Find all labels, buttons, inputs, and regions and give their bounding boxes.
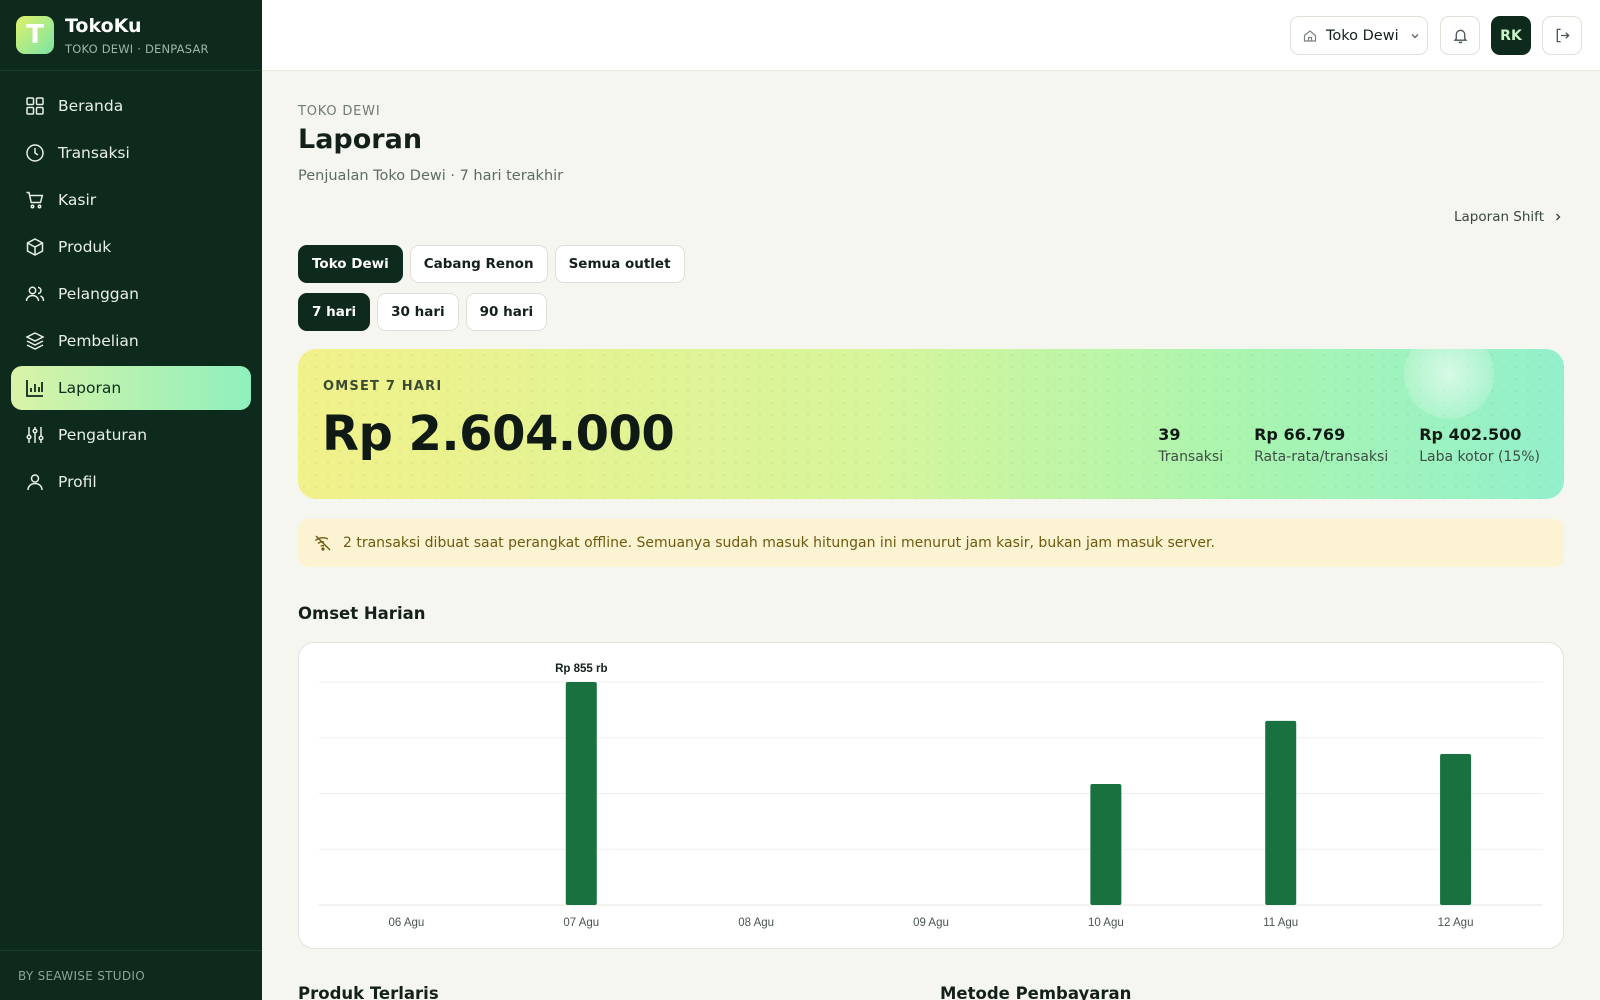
tab-period-90[interactable]: 90 hari [465,293,548,331]
tab-period-7[interactable]: 7 hari [298,293,371,331]
stat-label: Transaksi [1158,449,1224,465]
daily-revenue-title: Omset Harian [298,604,426,623]
chart-x-tick-label: 12 Agu [1438,917,1474,929]
stat-value: Rp 402.500 [1419,425,1522,444]
store-location: TOKO DEWI · DENPASAR [65,41,209,56]
chart-bar[interactable] [1265,720,1297,905]
summary-stats: 39 Transaksi Rp 66.769 Rata-rata/transak… [1127,425,1540,465]
store-selector-label: Toko Dewi [1326,27,1399,44]
sidebar-item-label: Kasir [58,191,97,209]
chart-x-tick-label: 11 Agu [1263,917,1298,929]
page-subtitle: Penjualan Toko Dewi · 7 hari terakhir [298,168,564,184]
chart-x-tick-label: 09 Agu [913,917,949,929]
stat-transactions: 39 Transaksi [1158,425,1223,465]
tab-outlet-cabang-renon[interactable]: Cabang Renon [409,245,548,283]
sliders-icon [26,427,44,443]
sidebar-item-kasir[interactable]: Kasir [11,178,251,222]
clock-icon [26,144,44,162]
store-icon [1303,29,1317,42]
sidebar-item-pelanggan[interactable]: Pelanggan [11,272,251,316]
bar-chart-icon [26,380,43,397]
sidebar-item-label: Pembelian [58,332,139,350]
top-products-title: Produk Terlaris [298,984,439,1000]
offline-notice: 2 transaksi dibuat saat perangkat offlin… [298,519,1564,567]
sidebar-nav: Beranda Transaksi Kasir Produk Pelanggan… [0,84,262,504]
daily-revenue-chart-svg: 06 Agu Rp 855 rb 07 Agu 08 Agu 09 Agu 10 Agu 1… [319,663,1543,929]
logout-button[interactable] [1542,16,1582,55]
chart-bar[interactable] [1440,753,1472,905]
sidebar-item-transaksi[interactable]: Transaksi [11,131,251,175]
grid-icon [26,97,44,115]
sidebar-item-pembelian[interactable]: Pembelian [11,319,251,363]
revenue-summary-card: OMSET 7 HARI Rp 2.604.000 39 Transaksi R… [298,349,1564,499]
sidebar-item-laporan[interactable]: Laporan [11,366,251,410]
store-selector[interactable]: Toko Dewi [1290,16,1428,55]
user-avatar[interactable]: RK [1491,16,1531,55]
sidebar-item-label: Profil [58,473,97,491]
shift-report-label: Laporan Shift [1454,209,1544,225]
chart-x-tick-label: 08 Agu [738,917,774,929]
sidebar-item-label: Produk [58,238,112,256]
wifi-off-icon [315,535,331,551]
user-icon [27,474,43,491]
page-title: Laporan [298,124,423,155]
stat-label: Laba kotor (15%) [1419,449,1540,465]
chevron-down-icon [1411,33,1419,38]
sidebar-item-produk[interactable]: Produk [11,225,251,269]
stat-average: Rp 66.769 Rata-rata/transaksi [1254,425,1388,465]
brand: T TokoKu TOKO DEWI · DENPASAR [0,0,262,71]
app-name: TokoKu [65,14,142,37]
sidebar-item-label: Beranda [58,97,124,115]
outlet-tabs: Toko Dewi Cabang Renon Semua outlet [298,245,692,283]
stat-gross-profit: Rp 402.500 Laba kotor (15%) [1419,425,1540,465]
chart-x-tick-label: 10 Agu [1088,917,1124,929]
stat-label: Rata-rata/transaksi [1254,449,1389,465]
sidebar-item-label: Pelanggan [58,285,139,303]
cart-icon [26,191,44,209]
tab-period-30[interactable]: 30 hari [377,293,459,331]
tab-outlet-toko-dewi[interactable]: Toko Dewi [298,245,403,283]
chart-bar[interactable] [565,682,597,905]
chart-bar[interactable] [1090,783,1122,905]
layers-icon [25,332,45,350]
app-logo: T [16,16,54,54]
sidebar-item-pengaturan[interactable]: Pengaturan [11,413,251,457]
sidebar-item-label: Laporan [58,379,122,397]
box-icon [26,238,44,256]
stat-value: Rp 66.769 [1254,425,1346,444]
shift-report-link[interactable]: Laporan Shift [1454,209,1564,225]
revenue-value: Rp 2.604.000 [322,406,675,462]
daily-revenue-chart: 06 Agu Rp 855 rb 07 Agu 08 Agu 09 Agu 10 Agu 1… [298,642,1564,949]
bell-icon [1453,29,1467,44]
tab-outlet-semua[interactable]: Semua outlet [554,245,685,283]
chart-x-tick-label: 07 Agu [563,917,599,929]
stat-value: 39 [1158,425,1181,444]
sidebar-item-label: Pengaturan [58,426,148,444]
sidebar-item-label: Transaksi [58,144,130,162]
offline-notice-text: 2 transaksi dibuat saat perangkat offlin… [343,535,1215,551]
sidebar-footer: BY SEAWISE STUDIO [0,950,262,1000]
notifications-button[interactable] [1440,16,1480,55]
period-tabs: 7 hari 30 hari 90 hari [298,293,554,331]
sidebar: T TokoKu TOKO DEWI · DENPASAR Beranda Tr… [0,0,262,1000]
chevron-right-icon [1556,213,1561,221]
revenue-label: OMSET 7 HARI [323,379,443,394]
topbar: Toko Dewi RK [262,0,1600,71]
users-icon [25,286,45,302]
logout-icon [1556,28,1570,43]
chart-x-tick-label: 06 Agu [389,917,425,929]
payment-methods-title: Metode Pembayaran [940,984,1132,1000]
breadcrumb: TOKO DEWI [298,104,381,119]
chart-data-label: Rp 855 rb [555,663,607,675]
sidebar-item-beranda[interactable]: Beranda [11,84,251,128]
sidebar-item-profil[interactable]: Profil [11,460,251,504]
